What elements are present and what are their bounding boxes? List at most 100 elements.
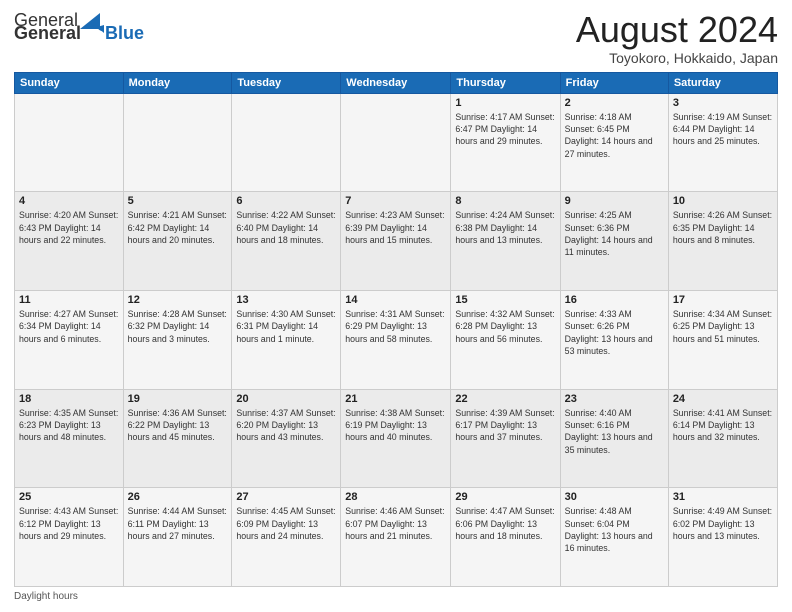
day-info: Sunrise: 4:39 AM Sunset: 6:17 PM Dayligh… [455,407,555,444]
calendar-week-3: 18 Sunrise: 4:35 AM Sunset: 6:23 PM Dayli… [15,389,778,488]
day-number: 8 [455,195,555,207]
day-info: Sunrise: 4:24 AM Sunset: 6:38 PM Dayligh… [455,209,555,246]
table-row: 17 Sunrise: 4:34 AM Sunset: 6:25 PM Dayli… [668,290,777,389]
table-row: 10 Sunrise: 4:26 AM Sunset: 6:35 PM Dayli… [668,192,777,291]
day-number: 13 [236,294,336,306]
day-number: 30 [565,491,664,503]
col-friday: Friday [560,72,668,93]
day-info: Sunrise: 4:28 AM Sunset: 6:32 PM Dayligh… [128,308,228,345]
day-info: Sunrise: 4:37 AM Sunset: 6:20 PM Dayligh… [236,407,336,444]
logo: General General Blue [14,10,144,44]
table-row: 3Sunrise: 4:19 AM Sunset: 6:44 PM Daylig… [668,93,777,192]
day-info: Sunrise: 4:17 AM Sunset: 6:47 PM Dayligh… [455,111,555,148]
day-info: Sunrise: 4:35 AM Sunset: 6:23 PM Dayligh… [19,407,119,444]
day-number: 11 [19,294,119,306]
day-info: Sunrise: 4:46 AM Sunset: 6:07 PM Dayligh… [345,505,446,542]
day-number: 25 [19,491,119,503]
day-info: Sunrise: 4:34 AM Sunset: 6:25 PM Dayligh… [673,308,773,345]
day-info: Sunrise: 4:18 AM Sunset: 6:45 PM Dayligh… [565,111,664,160]
daylight-label: Daylight hours [14,591,78,602]
title-block: August 2024 Toyokoro, Hokkaido, Japan [576,10,778,66]
day-number: 22 [455,393,555,405]
table-row: 5Sunrise: 4:21 AM Sunset: 6:42 PM Daylig… [123,192,232,291]
day-info: Sunrise: 4:40 AM Sunset: 6:16 PM Dayligh… [565,407,664,456]
table-row: 6 Sunrise: 4:22 AM Sunset: 6:40 PM Daylig… [232,192,341,291]
day-info: Sunrise: 4:33 AM Sunset: 6:26 PM Dayligh… [565,308,664,357]
table-row: 23 Sunrise: 4:40 AM Sunset: 6:16 PM Dayli… [560,389,668,488]
table-row: 24Sunrise: 4:41 AM Sunset: 6:14 PM Dayli… [668,389,777,488]
calendar-week-2: 11 Sunrise: 4:27 AM Sunset: 6:34 PM Dayli… [15,290,778,389]
table-row: 31Sunrise: 4:49 AM Sunset: 6:02 PM Dayli… [668,488,777,587]
calendar-week-1: 4Sunrise: 4:20 AM Sunset: 6:43 PM Daylig… [15,192,778,291]
day-info: Sunrise: 4:44 AM Sunset: 6:11 PM Dayligh… [128,505,228,542]
table-row: 7 Sunrise: 4:23 AM Sunset: 6:39 PM Daylig… [341,192,451,291]
logo-general-text2: General [14,23,81,44]
table-row: 19Sunrise: 4:36 AM Sunset: 6:22 PM Dayli… [123,389,232,488]
day-number: 15 [455,294,555,306]
day-number: 18 [19,393,119,405]
day-info: Sunrise: 4:47 AM Sunset: 6:06 PM Dayligh… [455,505,555,542]
table-row: 29 Sunrise: 4:47 AM Sunset: 6:06 PM Dayli… [451,488,560,587]
table-row: 30 Sunrise: 4:48 AM Sunset: 6:04 PM Dayli… [560,488,668,587]
day-number: 21 [345,393,446,405]
day-number: 12 [128,294,228,306]
table-row: 26 Sunrise: 4:44 AM Sunset: 6:11 PM Dayli… [123,488,232,587]
day-info: Sunrise: 4:45 AM Sunset: 6:09 PM Dayligh… [236,505,336,542]
col-thursday: Thursday [451,72,560,93]
table-row: 14Sunrise: 4:31 AM Sunset: 6:29 PM Dayli… [341,290,451,389]
table-row [232,93,341,192]
calendar-header-row: Sunday Monday Tuesday Wednesday Thursday… [15,72,778,93]
table-row: 12 Sunrise: 4:28 AM Sunset: 6:32 PM Dayli… [123,290,232,389]
day-number: 10 [673,195,773,207]
day-number: 26 [128,491,228,503]
day-number: 29 [455,491,555,503]
col-tuesday: Tuesday [232,72,341,93]
day-number: 27 [236,491,336,503]
day-number: 17 [673,294,773,306]
table-row: 22 Sunrise: 4:39 AM Sunset: 6:17 PM Dayli… [451,389,560,488]
day-number: 5 [128,195,228,207]
table-row: 16Sunrise: 4:33 AM Sunset: 6:26 PM Dayli… [560,290,668,389]
day-number: 20 [236,393,336,405]
day-info: Sunrise: 4:26 AM Sunset: 6:35 PM Dayligh… [673,209,773,246]
calendar-week-0: 1Sunrise: 4:17 AM Sunset: 6:47 PM Daylig… [15,93,778,192]
day-number: 19 [128,393,228,405]
table-row: 2Sunrise: 4:18 AM Sunset: 6:45 PM Daylig… [560,93,668,192]
day-info: Sunrise: 4:27 AM Sunset: 6:34 PM Dayligh… [19,308,119,345]
table-row: 8 Sunrise: 4:24 AM Sunset: 6:38 PM Daylig… [451,192,560,291]
day-number: 28 [345,491,446,503]
day-info: Sunrise: 4:48 AM Sunset: 6:04 PM Dayligh… [565,505,664,554]
table-row: 9Sunrise: 4:25 AM Sunset: 6:36 PM Daylig… [560,192,668,291]
table-row [341,93,451,192]
logo-blue-text: Blue [105,23,144,44]
day-info: Sunrise: 4:31 AM Sunset: 6:29 PM Dayligh… [345,308,446,345]
day-info: Sunrise: 4:30 AM Sunset: 6:31 PM Dayligh… [236,308,336,345]
day-info: Sunrise: 4:43 AM Sunset: 6:12 PM Dayligh… [19,505,119,542]
col-sunday: Sunday [15,72,124,93]
day-number: 6 [236,195,336,207]
day-info: Sunrise: 4:22 AM Sunset: 6:40 PM Dayligh… [236,209,336,246]
col-saturday: Saturday [668,72,777,93]
day-number: 7 [345,195,446,207]
table-row: 11 Sunrise: 4:27 AM Sunset: 6:34 PM Dayli… [15,290,124,389]
col-monday: Monday [123,72,232,93]
logo-wave-icon [82,25,104,43]
page: General General Blue August 2024 Toyokor… [0,0,792,612]
day-number: 24 [673,393,773,405]
table-row: 15 Sunrise: 4:32 AM Sunset: 6:28 PM Dayli… [451,290,560,389]
day-info: Sunrise: 4:38 AM Sunset: 6:19 PM Dayligh… [345,407,446,444]
calendar-table: Sunday Monday Tuesday Wednesday Thursday… [14,72,778,587]
table-row [15,93,124,192]
calendar-week-4: 25 Sunrise: 4:43 AM Sunset: 6:12 PM Dayli… [15,488,778,587]
day-info: Sunrise: 4:20 AM Sunset: 6:43 PM Dayligh… [19,209,119,246]
header: General General Blue August 2024 Toyokor… [14,10,778,66]
day-number: 23 [565,393,664,405]
day-number: 9 [565,195,664,207]
table-row: 27 Sunrise: 4:45 AM Sunset: 6:09 PM Dayli… [232,488,341,587]
table-row: 1Sunrise: 4:17 AM Sunset: 6:47 PM Daylig… [451,93,560,192]
day-info: Sunrise: 4:32 AM Sunset: 6:28 PM Dayligh… [455,308,555,345]
day-info: Sunrise: 4:23 AM Sunset: 6:39 PM Dayligh… [345,209,446,246]
table-row: 21 Sunrise: 4:38 AM Sunset: 6:19 PM Dayli… [341,389,451,488]
day-info: Sunrise: 4:49 AM Sunset: 6:02 PM Dayligh… [673,505,773,542]
col-wednesday: Wednesday [341,72,451,93]
